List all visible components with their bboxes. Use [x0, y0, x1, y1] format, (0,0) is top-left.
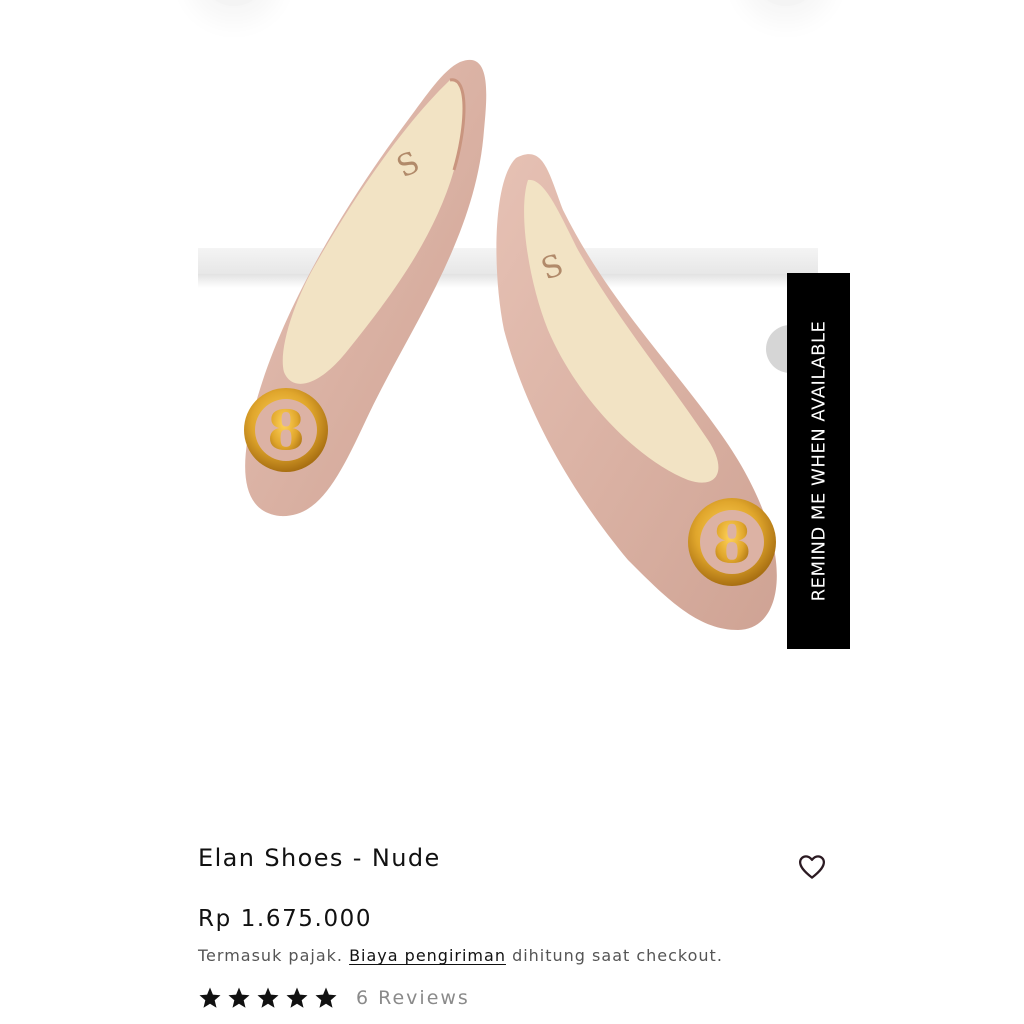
rating[interactable]: 6 Reviews [198, 986, 470, 1010]
product-title: Elan Shoes - Nude [198, 844, 441, 872]
wishlist-button[interactable] [796, 852, 828, 882]
svg-text:8: 8 [713, 510, 752, 576]
product-page: S 8 S 8 REMIND ME WHEN AVAILABLE Elan Sh… [0, 0, 1024, 1024]
star-icon [286, 987, 308, 1008]
star-icon [315, 987, 337, 1008]
star-icon [199, 987, 221, 1008]
star-icon [257, 987, 279, 1008]
tax-prefix: Termasuk pajak. [198, 946, 343, 965]
svg-text:8: 8 [267, 398, 305, 462]
product-price: Rp 1.675.000 [198, 906, 373, 932]
rating-stars [198, 986, 338, 1010]
product-image: S 8 S 8 [198, 0, 850, 800]
reviews-count[interactable]: 6 Reviews [356, 987, 470, 1009]
remind-me-button[interactable]: REMIND ME WHEN AVAILABLE [787, 273, 850, 649]
tax-suffix: dihitung saat checkout. [512, 946, 723, 965]
right-shoe: S 8 [496, 154, 777, 630]
star-icon [228, 987, 250, 1008]
shipping-link[interactable]: Biaya pengiriman [349, 946, 506, 965]
shoes-illustration: S 8 S 8 [244, 59, 777, 630]
heart-outline-icon [799, 855, 825, 879]
tax-note: Termasuk pajak. Biaya pengiriman dihitun… [198, 946, 723, 965]
remind-me-label: REMIND ME WHEN AVAILABLE [808, 320, 829, 602]
left-shoe: S 8 [244, 59, 487, 517]
